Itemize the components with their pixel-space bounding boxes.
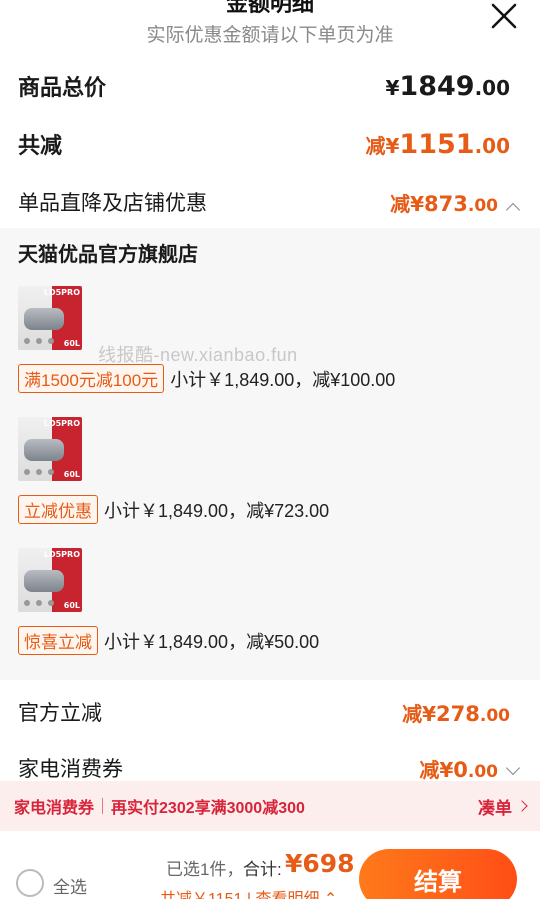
divider [102, 798, 104, 814]
view-details-link[interactable]: 共减￥1151 | 查看明细 ⌃ [160, 885, 337, 899]
shop-name: 天猫优品官方旗舰店 [18, 244, 198, 266]
chevron-right-icon [516, 800, 528, 812]
checkout-footer: 全选 已选1件， 合计: ¥698 共减￥1151 | 查看明细 ⌃ 结算 [0, 831, 540, 899]
water-heater-image [24, 439, 64, 461]
goods-total-label: 商品总价 [18, 75, 107, 100]
coupon-banner-text: 再实付2302享满3000减300 [111, 800, 305, 817]
shop-discount-row[interactable]: 单品直降及店铺优惠 减¥873.00 [18, 182, 521, 222]
selected-count: 已选1件， [166, 860, 244, 879]
shop-discount-label: 单品直降及店铺优惠 [18, 192, 207, 215]
promo-tag: 满1500元减100元 [18, 364, 165, 393]
add-items-button[interactable]: 凑单 [478, 794, 528, 819]
coupon-banner: 家电消费券 再实付2302享满3000减300 凑单 [0, 781, 540, 831]
goods-total-amount: ¥1849.00 [385, 70, 510, 102]
item-subtotal: 小计￥1,849.00，减¥100.00 [170, 369, 396, 390]
official-discount-row: 官方立减 减¥278.00 [18, 692, 510, 732]
total-amount: ¥698 [285, 849, 355, 878]
checkout-button[interactable]: 结算 [359, 849, 517, 899]
appliance-coupon-amount: 减¥0.00 [419, 754, 521, 783]
item-subtotal: 小计￥1,849.00，减¥50.00 [104, 631, 320, 652]
list-item: LD5PRO 60L 惊喜立减 小计￥1,849.00，减¥50.00 [18, 548, 319, 655]
shop-discount-amount: 减¥873.00 [390, 188, 521, 217]
product-thumbnail[interactable]: LD5PRO 60L [18, 417, 82, 481]
official-discount-amount: 减¥278.00 [402, 701, 510, 726]
list-item: LD5PRO 60L 立减优惠 小计￥1,849.00，减¥723.00 [18, 417, 329, 524]
promo-tag: 立减优惠 [18, 495, 98, 524]
coupon-banner-title: 家电消费券 [14, 800, 95, 817]
water-heater-image [24, 308, 64, 330]
item-subtotal: 小计￥1,849.00，减¥723.00 [104, 500, 330, 521]
total-reduction-amount: 减¥1151.00 [365, 128, 510, 160]
list-item: LD5PRO 60L 满1500元减100元 小计￥1,849.00，减¥100… [18, 286, 395, 393]
water-heater-image [24, 570, 64, 592]
total-reduction-row: 共减 减¥1151.00 [18, 124, 510, 164]
official-discount-label: 官方立减 [18, 702, 102, 725]
close-icon[interactable] [490, 2, 518, 30]
total-label: 合计: [243, 860, 282, 879]
page-subtitle: 实际优惠金额请以下单页为准 [146, 25, 394, 46]
watermark: 线报酷-new.xianbao.fun [98, 345, 298, 365]
product-thumbnail[interactable]: LD5PRO 60L [18, 286, 82, 350]
select-all-label[interactable]: 全选 [53, 873, 87, 898]
chevron-down-icon[interactable] [505, 760, 521, 775]
promo-tag: 惊喜立减 [18, 626, 98, 655]
appliance-coupon-label: 家电消费券 [18, 758, 123, 781]
select-all-radio[interactable] [16, 869, 44, 897]
page-title: 金额明细 [225, 0, 314, 16]
goods-total-row: 商品总价 ¥1849.00 [18, 66, 510, 106]
shop-discount-panel: 天猫优品官方旗舰店 LD5PRO 60L 满1500元减100元 小计￥1,84… [0, 228, 540, 680]
total-reduction-label: 共减 [18, 133, 63, 158]
header: 金额明细 实际优惠金额请以下单页为准 [0, 0, 540, 60]
product-thumbnail[interactable]: LD5PRO 60L [18, 548, 82, 612]
chevron-up-icon[interactable] [505, 202, 521, 217]
